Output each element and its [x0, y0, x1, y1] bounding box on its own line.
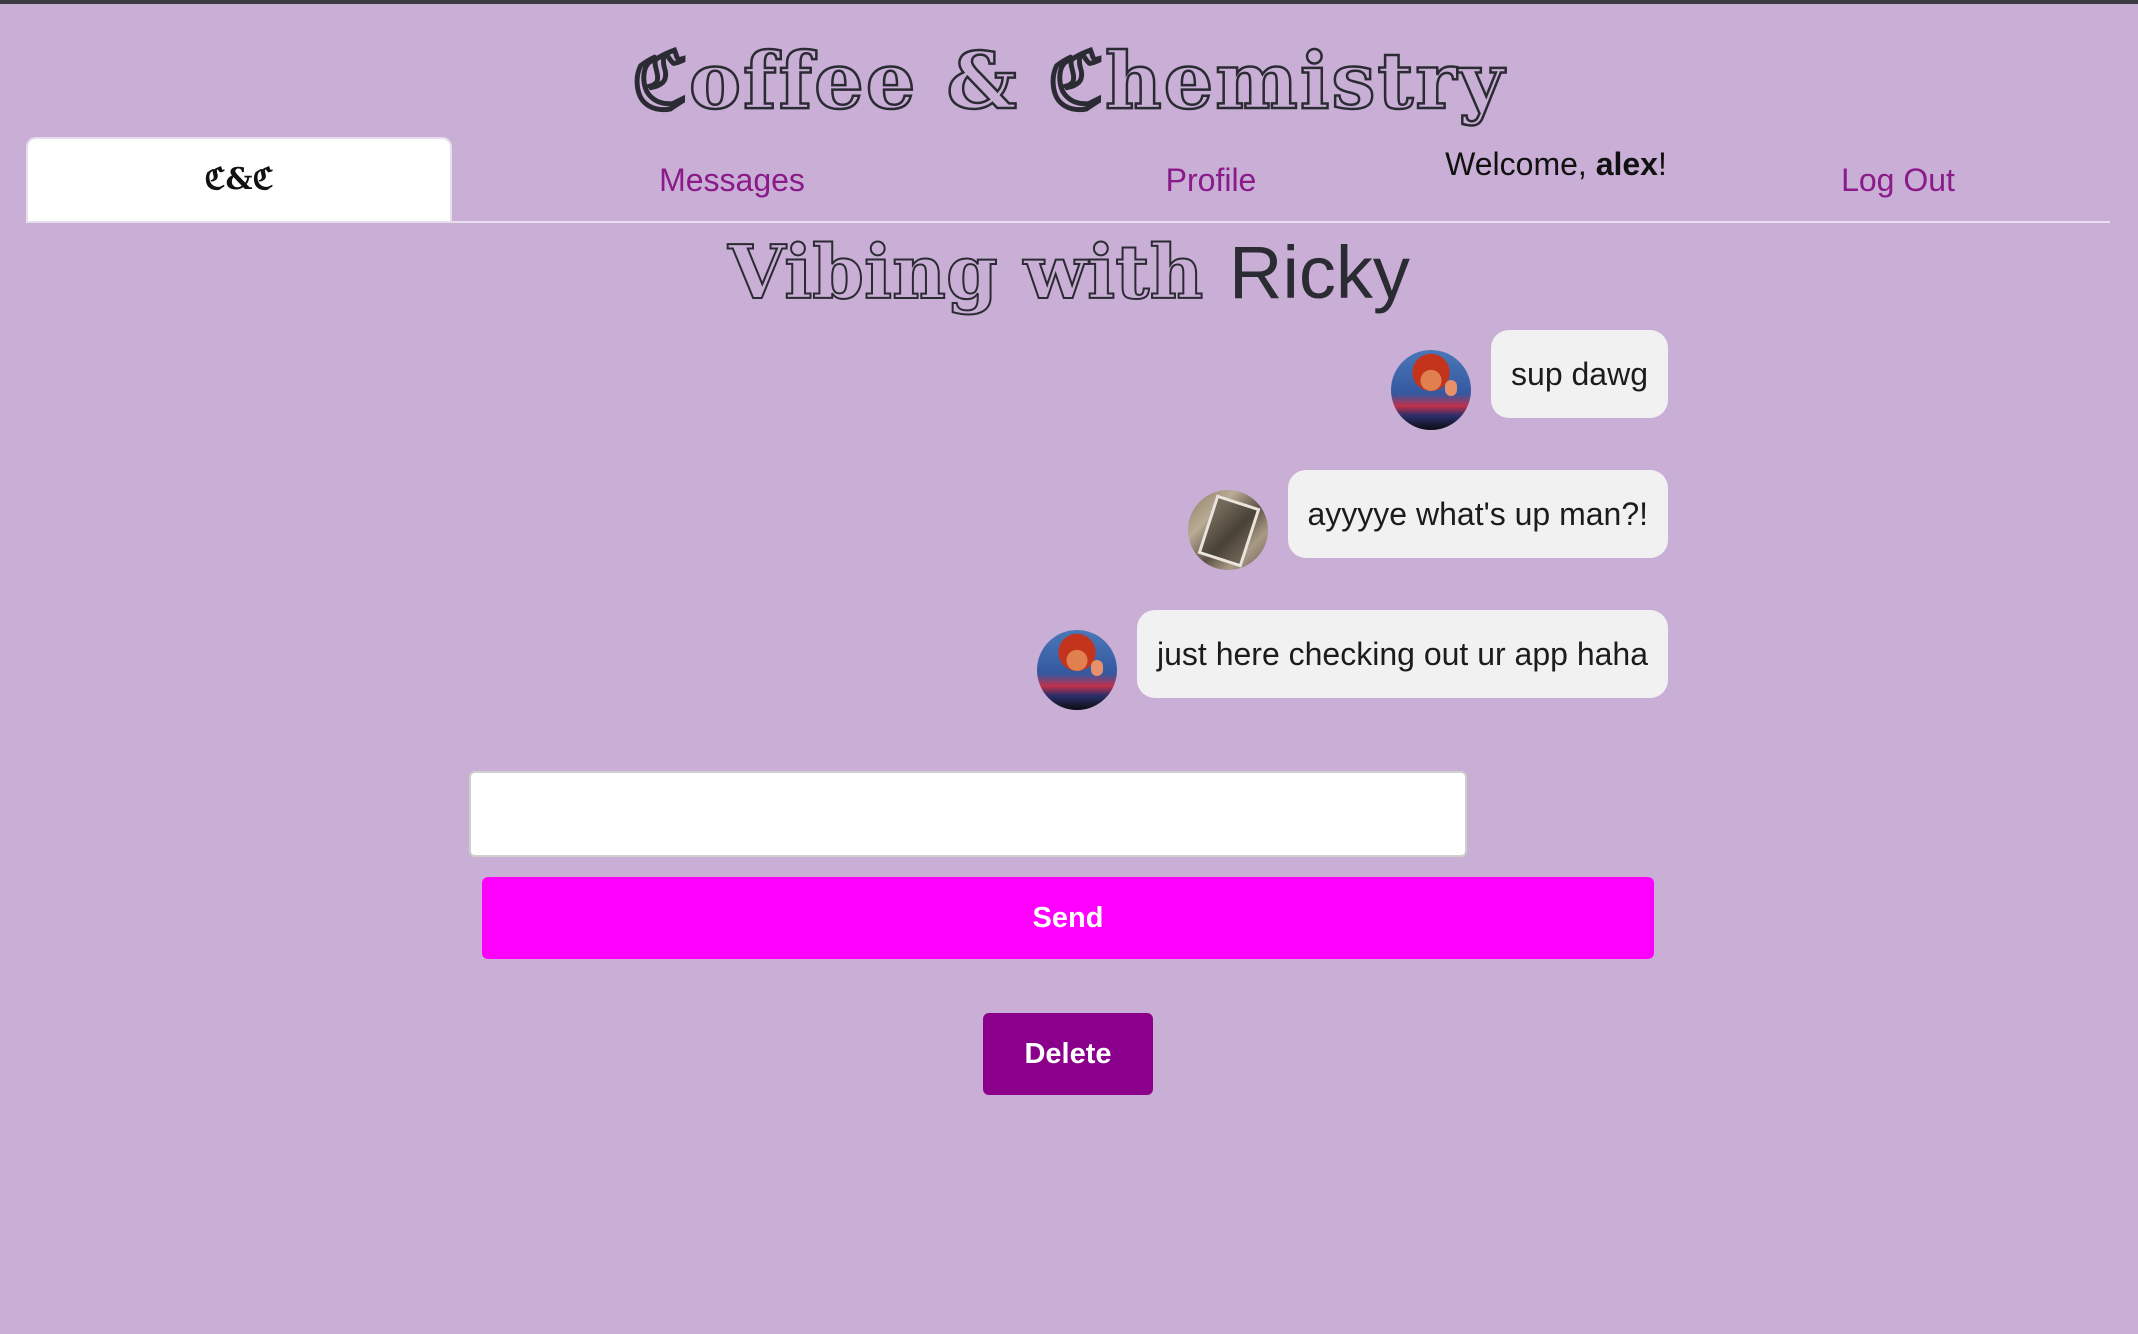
- message-row: ayyyye what's up man?!: [1187, 470, 1668, 570]
- message-bubble: sup dawg: [1491, 330, 1668, 418]
- window-top-border: [0, 0, 2138, 4]
- send-button[interactable]: Send: [482, 877, 1654, 959]
- chat-heading: Vibing with Ricky: [0, 228, 2138, 318]
- chat-heading-prefix: Vibing with: [727, 229, 1230, 317]
- welcome-message: Welcome, alex!: [1396, 139, 1716, 189]
- logout-link[interactable]: Log Out: [1726, 139, 2070, 221]
- nav-profile-link[interactable]: Profile: [1026, 139, 1396, 221]
- nav-bar: ℭ&ℭ Messages Profile Welcome, alex! Log …: [26, 137, 2110, 223]
- chat-partner-name: Ricky: [1229, 231, 1410, 314]
- message-input[interactable]: [469, 771, 1467, 857]
- message-bubble: just here checking out ur app haha: [1137, 610, 1668, 698]
- message-row: just here checking out ur app haha: [1037, 610, 1668, 710]
- message-bubble: ayyyye what's up man?!: [1287, 470, 1668, 558]
- message-row: sup dawg: [1391, 330, 1668, 430]
- app-title: ℭoffee & ℭhemistry: [631, 35, 1506, 129]
- nav-messages-link[interactable]: Messages: [526, 139, 938, 221]
- delete-button[interactable]: Delete: [983, 1013, 1153, 1095]
- welcome-suffix: !: [1657, 146, 1667, 182]
- nav-home-tab[interactable]: ℭ&ℭ: [26, 137, 452, 221]
- welcome-username: alex: [1595, 146, 1658, 182]
- welcome-prefix: Welcome,: [1445, 146, 1596, 182]
- photo-avatar: [1187, 490, 1268, 570]
- chucky-avatar: [1391, 350, 1472, 430]
- chucky-avatar: [1037, 630, 1117, 710]
